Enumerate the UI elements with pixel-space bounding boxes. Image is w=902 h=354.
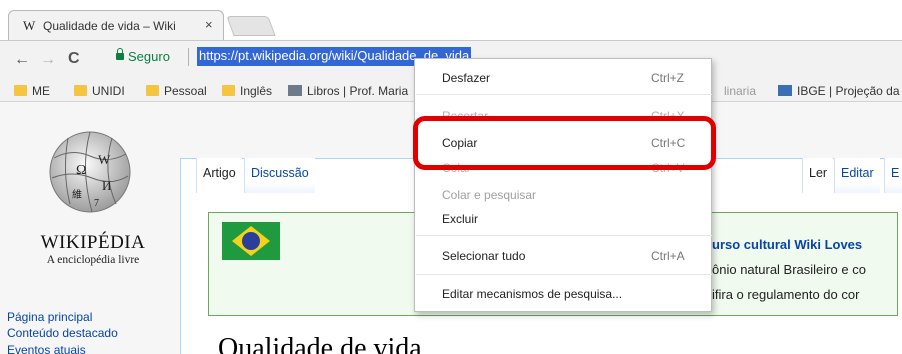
menu-item-select-all[interactable]: Selecionar tudo Ctrl+A <box>415 244 711 268</box>
wikipedia-favicon-icon: W <box>23 18 36 33</box>
banner-line-3: ifira o regulamento do cor <box>712 287 860 302</box>
lock-icon <box>116 48 124 60</box>
menu-divider <box>416 235 712 236</box>
tab-title: Qualidade de vida – Wiki <box>43 19 176 33</box>
bookmark-unidi[interactable]: UNIDI <box>74 84 125 98</box>
reload-icon[interactable]: C <box>68 50 80 68</box>
bookmark-label: IBGE | Projeção da p <box>797 84 902 98</box>
bookmark-libros[interactable]: Libros | Prof. Maria <box>288 84 408 98</box>
sidebar-item-current-events[interactable]: Eventos atuais <box>7 343 86 354</box>
menu-item-paste-and-search[interactable]: Colar e pesquisar <box>415 183 711 207</box>
bookmark-label: UNIDI <box>92 84 125 98</box>
tab-strip: W Qualidade de vida – Wiki × <box>0 0 902 40</box>
new-tab-button[interactable] <box>226 16 276 36</box>
menu-item-label: Colar e pesquisar <box>442 188 537 202</box>
menu-divider <box>416 274 712 275</box>
bookmark-label: Inglês <box>240 84 273 98</box>
browser-tab[interactable]: W Qualidade de vida – Wiki × <box>8 10 224 40</box>
bookmark-pessoal[interactable]: Pessoal <box>146 84 207 98</box>
secure-label[interactable]: Seguro <box>128 49 170 64</box>
bookmark-me[interactable]: ME <box>14 84 50 98</box>
menu-item-label: Excluir <box>442 212 479 226</box>
wikipedia-globe-logo-icon[interactable]: Ω W И 維 7 <box>32 118 142 218</box>
menu-item-undo[interactable]: Desfazer Ctrl+Z <box>415 66 711 90</box>
tab-read[interactable]: Ler <box>802 158 834 193</box>
svg-text:維: 維 <box>72 188 82 201</box>
brazil-flag-icon <box>222 222 280 260</box>
bookmark-ingles[interactable]: Inglês <box>222 84 272 98</box>
context-menu: Desfazer Ctrl+Z Recortar Ctrl+X Copiar C… <box>414 58 712 312</box>
ibge-icon <box>778 85 792 96</box>
banner-line-1[interactable]: urso cultural Wiki Loves <box>712 237 862 252</box>
svg-text:Ω: Ω <box>76 163 86 178</box>
omnibox-divider <box>188 48 189 66</box>
site-icon <box>288 85 302 96</box>
sidebar-item-main-page[interactable]: Página principal <box>7 310 92 324</box>
folder-icon <box>74 85 87 96</box>
menu-item-shortcut: Ctrl+Z <box>651 71 684 85</box>
wikipedia-wordmark[interactable]: WIKIPÉDIA <box>18 232 168 254</box>
back-icon[interactable]: ← <box>14 51 30 69</box>
bookmark-label: Pessoal <box>164 84 207 98</box>
banner-line-2: ônio natural Brasileiro e co <box>712 262 866 277</box>
tab-talk[interactable]: Discussão <box>244 158 315 193</box>
copy-highlight-annotation <box>413 116 716 170</box>
tab-edit[interactable]: Editar <box>834 158 880 193</box>
menu-item-label: Desfazer <box>442 71 491 85</box>
bookmark-ibge[interactable]: IBGE | Projeção da p <box>778 84 902 98</box>
menu-item-label: Selecionar tudo <box>442 249 526 263</box>
bookmark-label: Libros | Prof. Maria <box>307 84 409 98</box>
close-tab-icon[interactable]: × <box>205 17 213 32</box>
bookmark-label: ME <box>32 84 50 98</box>
folder-icon <box>222 85 235 96</box>
folder-icon <box>146 85 159 96</box>
menu-item-label: Editar mecanismos de pesquisa... <box>442 287 623 301</box>
svg-text:7: 7 <box>94 198 99 209</box>
menu-item-shortcut: Ctrl+A <box>651 249 685 263</box>
folder-icon <box>14 85 27 96</box>
sidebar-item-featured[interactable]: Conteúdo destacado <box>7 326 118 340</box>
svg-text:И: И <box>102 178 111 193</box>
svg-text:W: W <box>98 152 111 167</box>
wikipedia-tagline: A enciclopédia livre <box>46 254 140 266</box>
bookmark-linaria[interactable]: linaria <box>724 84 756 98</box>
menu-item-delete[interactable]: Excluir <box>415 207 711 231</box>
tab-article[interactable]: Artigo <box>196 158 242 193</box>
forward-icon[interactable]: → <box>40 51 56 69</box>
menu-item-edit-search-engines[interactable]: Editar mecanismos de pesquisa... <box>415 282 711 306</box>
page-title: Qualidade de vida <box>218 333 422 354</box>
tab-more[interactable]: E <box>884 158 902 193</box>
menu-divider <box>416 94 712 95</box>
